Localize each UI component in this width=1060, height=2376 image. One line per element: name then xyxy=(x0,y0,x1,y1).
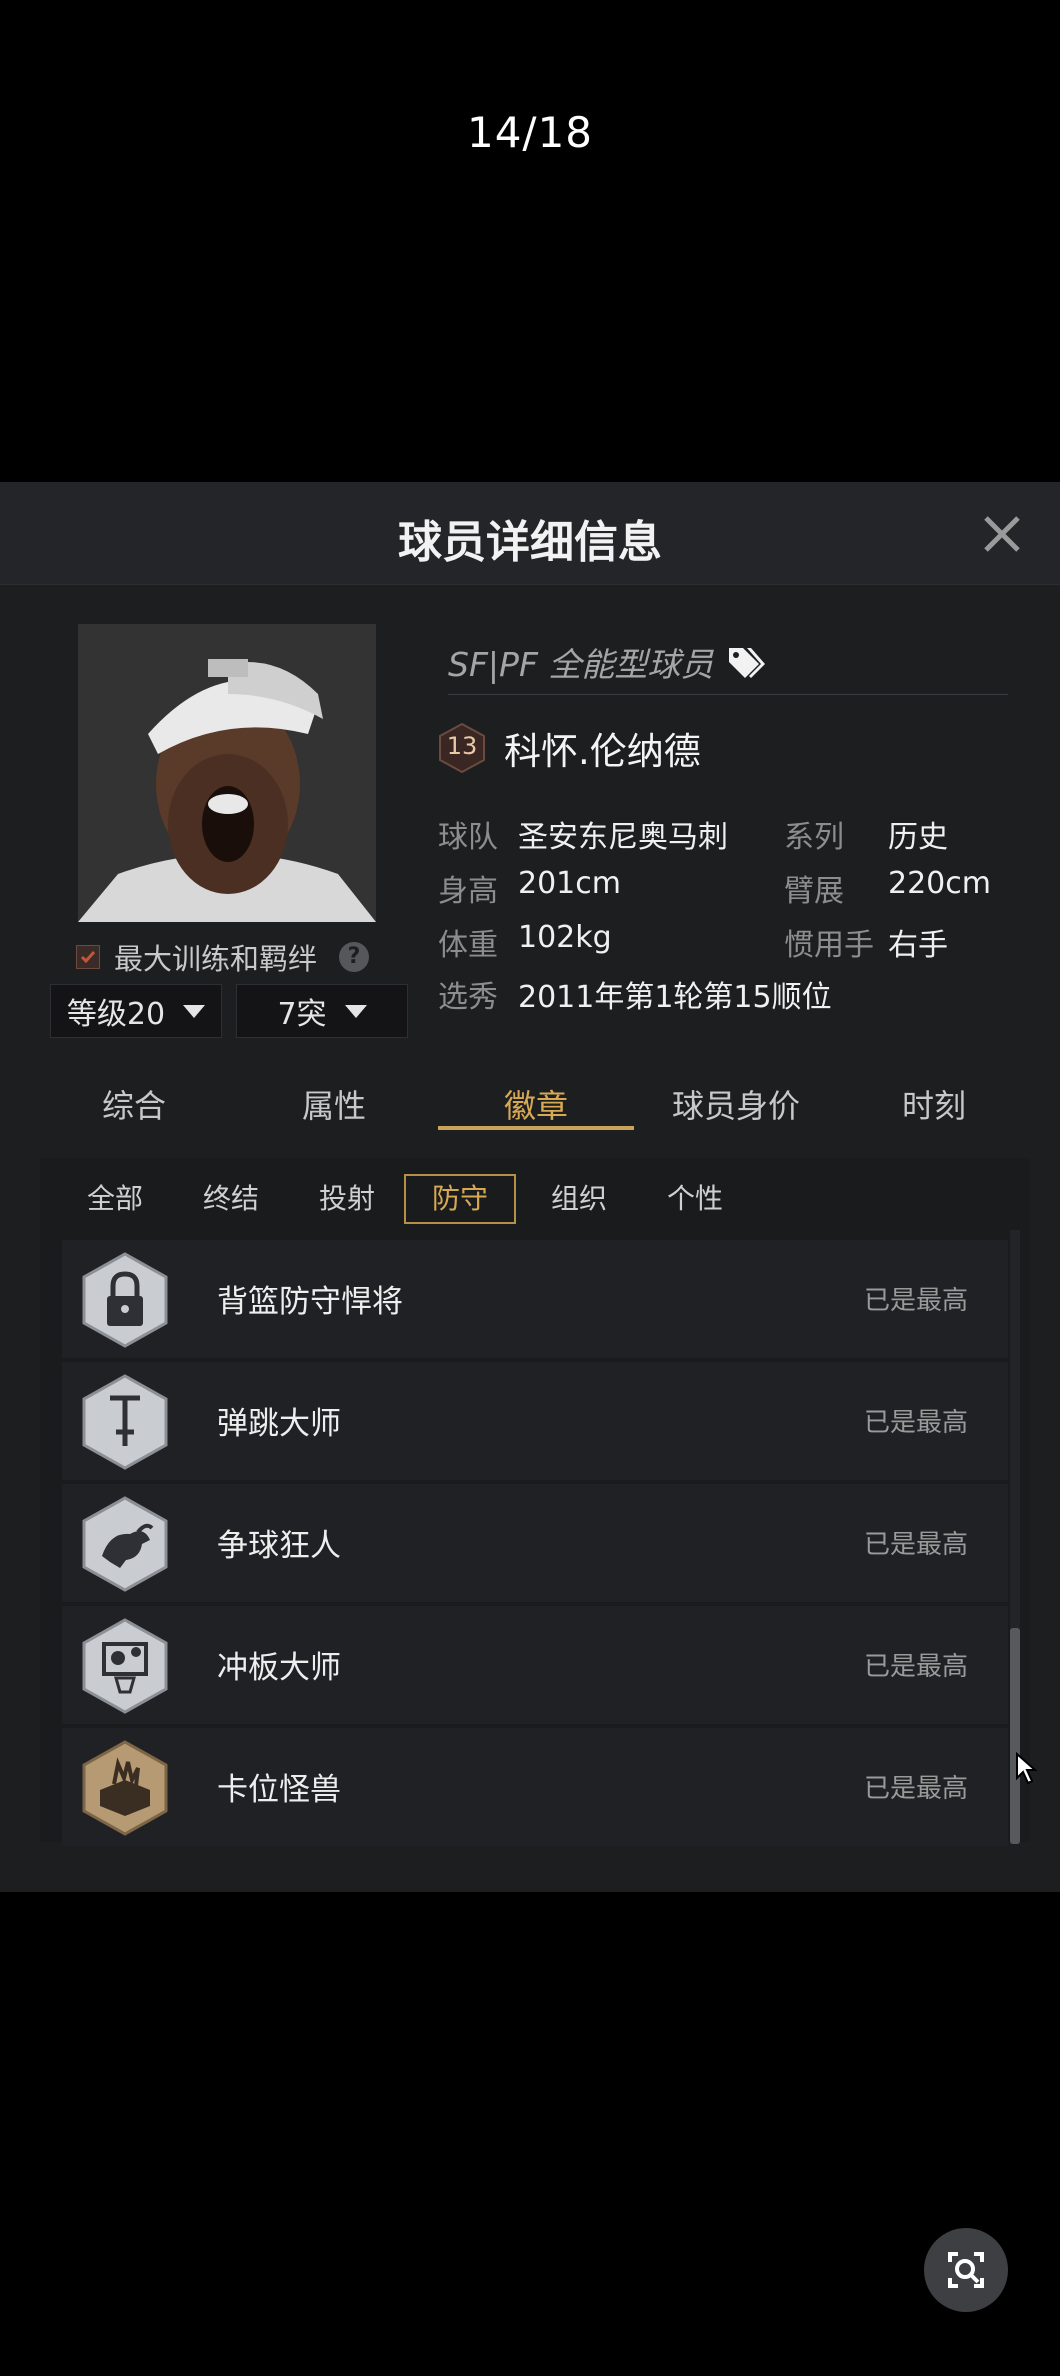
badge-name: 冲板大师 xyxy=(217,1650,341,1686)
jersey-number: 13 xyxy=(446,732,478,760)
info-value-weight: 102kg xyxy=(518,920,612,955)
info-label-draft: 选秀 xyxy=(438,980,498,1015)
breakthrough-dropdown[interactable]: 7突 xyxy=(236,984,408,1038)
info-value-hand: 右手 xyxy=(888,928,948,963)
badge-name: 卡位怪兽 xyxy=(217,1772,341,1808)
info-label-hand: 惯用手 xyxy=(784,928,874,963)
panel-header: 球员详细信息 xyxy=(0,482,1060,585)
subtab-defense[interactable]: 防守 xyxy=(404,1174,516,1224)
badge-status: 已是最高 xyxy=(863,1774,968,1804)
tag-icon[interactable] xyxy=(727,644,767,680)
chevron-down-icon xyxy=(344,1004,367,1018)
lock-badge-icon xyxy=(82,1252,168,1348)
badge-name: 争球狂人 xyxy=(217,1528,341,1564)
subtab-playmaking[interactable]: 组织 xyxy=(530,1174,628,1224)
lens-search-button[interactable] xyxy=(924,2228,1008,2312)
rebound-badge-icon xyxy=(82,1618,168,1714)
info-label-wingspan: 臂展 xyxy=(784,874,844,909)
max-training-row[interactable]: 最大训练和羁绊 ? xyxy=(76,934,370,980)
level-dropdown[interactable]: 等级20 xyxy=(50,984,222,1038)
subtab-all[interactable]: 全部 xyxy=(66,1174,164,1224)
info-value-wingspan: 220cm xyxy=(888,866,991,901)
close-icon[interactable] xyxy=(978,510,1026,558)
badge-list[interactable]: 背篮防守悍将 已是最高 弹跳大师 已是最高 争球狂人 已是最高 冲板大师 已是最… xyxy=(40,1230,1030,1846)
info-label-height: 身高 xyxy=(438,874,498,909)
badge-name: 背篮防守悍将 xyxy=(217,1284,403,1320)
badge-status: 已是最高 xyxy=(863,1652,968,1682)
info-label-series: 系列 xyxy=(784,820,844,855)
active-tab-indicator xyxy=(438,1126,634,1130)
info-label-team: 球队 xyxy=(438,820,498,855)
player-detail-panel: 球员详细信息 最大训练和羁绊 ? 等级20 7突 SF|PF 全能型球员 13 … xyxy=(0,482,1060,1892)
max-training-label: 最大训练和羁绊 xyxy=(114,942,318,976)
level-dropdown-value: 等级20 xyxy=(66,997,166,1032)
scrollbar-thumb[interactable] xyxy=(1010,1628,1020,1844)
info-value-team: 圣安东尼奥马刺 xyxy=(518,820,728,855)
tab-moments[interactable]: 时刻 xyxy=(836,1060,1032,1152)
tab-value[interactable]: 球员身价 xyxy=(636,1060,836,1152)
badge-status: 已是最高 xyxy=(863,1286,968,1316)
subtab-shooting[interactable]: 投射 xyxy=(298,1174,396,1224)
image-counter: 14/18 xyxy=(466,108,594,157)
player-role: SF|PF 全能型球员 xyxy=(448,645,714,684)
tab-badges[interactable]: 徽章 xyxy=(436,1060,636,1152)
pogo-stick-badge-icon xyxy=(82,1374,168,1470)
list-item[interactable]: 争球狂人 已是最高 xyxy=(62,1484,1008,1602)
list-item[interactable]: 卡位怪兽 已是最高 xyxy=(62,1728,1008,1846)
lens-search-icon xyxy=(948,2252,984,2288)
player-role-row: SF|PF 全能型球员 xyxy=(448,630,1008,695)
tab-overview[interactable]: 综合 xyxy=(34,1060,234,1152)
list-item[interactable]: 冲板大师 已是最高 xyxy=(62,1606,1008,1724)
info-value-series: 历史 xyxy=(888,820,948,855)
player-name: 科怀.伦纳德 xyxy=(504,730,701,773)
badge-status: 已是最高 xyxy=(863,1408,968,1438)
jersey-number-badge: 13 xyxy=(438,722,486,774)
max-training-checkbox[interactable] xyxy=(76,945,100,969)
mouse-cursor-icon xyxy=(1016,1752,1037,1785)
list-item[interactable]: 弹跳大师 已是最高 xyxy=(62,1362,1008,1480)
badge-status: 已是最高 xyxy=(863,1530,968,1560)
player-name-row: 13 科怀.伦纳德 xyxy=(438,718,701,778)
breakthrough-dropdown-value: 7突 xyxy=(277,997,327,1032)
list-item[interactable]: 背篮防守悍将 已是最高 xyxy=(62,1240,1008,1358)
help-icon[interactable]: ? xyxy=(339,942,370,972)
info-label-weight: 体重 xyxy=(438,928,498,963)
chevron-down-icon xyxy=(183,1004,206,1018)
bull-badge-icon xyxy=(82,1496,168,1592)
subtab-personality[interactable]: 个性 xyxy=(646,1174,744,1224)
tab-attributes[interactable]: 属性 xyxy=(234,1060,434,1152)
subtab-finishing[interactable]: 终结 xyxy=(182,1174,280,1224)
info-value-height: 201cm xyxy=(518,866,621,901)
badge-name: 弹跳大师 xyxy=(217,1406,341,1442)
detail-tabs: 综合 属性 徽章 球员身价 时刻 xyxy=(0,1060,1060,1152)
box-out-badge-icon xyxy=(82,1740,168,1836)
player-portrait xyxy=(78,624,376,922)
info-value-draft: 2011年第1轮第15顺位 xyxy=(518,980,832,1015)
panel-title: 球员详细信息 xyxy=(398,517,662,568)
